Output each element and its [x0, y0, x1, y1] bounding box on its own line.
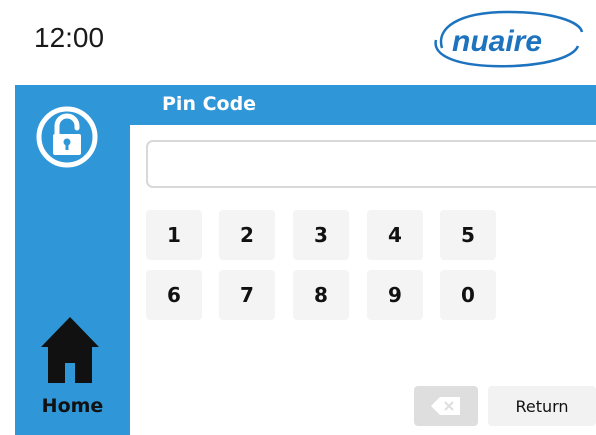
pin-code-input[interactable]: [146, 140, 596, 188]
header-bar: Pin Code: [130, 85, 596, 125]
backspace-icon: [431, 397, 460, 415]
sidebar: Home: [15, 85, 130, 435]
keypad-key-4[interactable]: 4: [367, 210, 423, 260]
clock-time: 12:00: [34, 22, 105, 53]
keypad-key-2[interactable]: 2: [219, 210, 275, 260]
nuaire-logo: nuaire: [434, 10, 584, 68]
logo-wordmark: nuaire: [452, 25, 542, 58]
keypad-key-0[interactable]: 0: [440, 270, 496, 320]
keypad-key-5[interactable]: 5: [440, 210, 496, 260]
unlocked-padlock-icon: [36, 106, 98, 168]
return-button[interactable]: Return: [488, 386, 596, 426]
page-title: Pin Code: [162, 93, 257, 115]
backspace-button[interactable]: [414, 386, 478, 426]
keypad-key-3[interactable]: 3: [293, 210, 349, 260]
keypad-key-1[interactable]: 1: [146, 210, 202, 260]
home-label: Home: [41, 395, 104, 417]
keypad-key-7[interactable]: 7: [219, 270, 275, 320]
keypad-key-8[interactable]: 8: [293, 270, 349, 320]
home-button[interactable]: Home: [15, 313, 130, 435]
keypad-key-6[interactable]: 6: [146, 270, 202, 320]
keypad-key-9[interactable]: 9: [367, 270, 423, 320]
house-icon: [41, 317, 99, 383]
pin-code-screen: 12:00 nuaire Home Pin Code 1 2 3 4 5 6 7…: [0, 0, 596, 435]
